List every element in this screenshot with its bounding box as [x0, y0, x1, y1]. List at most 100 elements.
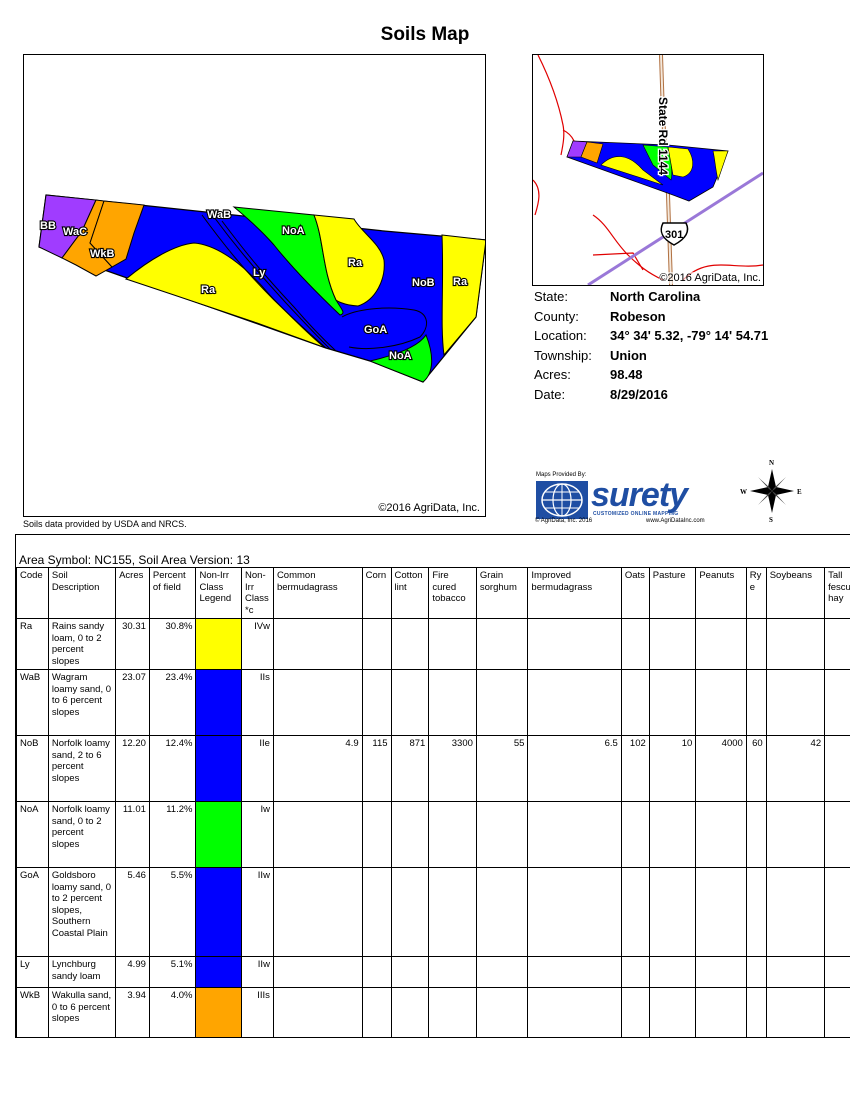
cell-yield [695, 618, 747, 670]
cell-yield [361, 956, 392, 988]
cell-yield: 60 [745, 735, 767, 802]
cell-yield [361, 801, 392, 868]
info-value: 34° 34' 5.32, -79° 14' 54.71 [610, 328, 769, 343]
column-header: Corn [361, 567, 392, 619]
cell-yield: 102 [620, 735, 650, 802]
info-value: Robeson [610, 308, 666, 324]
cell-description: Wagram loamy sand, 0 to 6 percent slopes [47, 669, 117, 736]
cell-yield [428, 987, 477, 1038]
cell-yield: 42 [765, 735, 826, 802]
cell-percent: 11.2% [148, 801, 197, 868]
cell-yield [765, 618, 826, 670]
cell-class: IIw [241, 956, 274, 988]
cell-yield [361, 987, 392, 1038]
soil-map-drawing: BB WaC WkB WaB Ra Ly NoA Ra NoB Ra GoA N… [38, 194, 485, 383]
cell-description: Norfolk loamy sand, 0 to 2 percent slope… [47, 801, 117, 868]
class-legend-swatch [195, 735, 243, 802]
class-legend-swatch [195, 867, 243, 957]
cell-code: WaB [16, 669, 49, 736]
map-label-ra-east: Ra [453, 276, 468, 288]
info-value: Union [610, 347, 647, 363]
cell-class: IIe [241, 735, 274, 802]
cell-yield: 4.9 [272, 735, 363, 802]
cell-yield [824, 987, 850, 1038]
cell-acres: 12.20 [115, 735, 150, 802]
compass-w: W [740, 488, 747, 496]
column-header: Common bermudagrass [272, 567, 363, 619]
cell-yield [765, 956, 826, 988]
compass-rose-icon: N S E W [740, 459, 802, 523]
column-header: Fire cured tobacco [428, 567, 477, 619]
cell-description: Rains sandy loam, 0 to 2 percent slopes [47, 618, 117, 670]
cell-yield [272, 618, 363, 670]
info-row-location: Location: 34° 34' 5.32, -79° 14' 54.71 [534, 328, 768, 348]
map-label-bb: BB [40, 220, 56, 232]
cell-yield [390, 801, 430, 868]
cell-yield [765, 669, 826, 736]
cell-yield [648, 669, 697, 736]
cell-yield [527, 801, 622, 868]
table-row: WkB Wakulla sand, 0 to 6 percent slopes 3.… [16, 987, 850, 1038]
cell-percent: 5.5% [148, 867, 197, 957]
column-header: Grain sorghum [475, 567, 529, 619]
map-label-ly: Ly [253, 267, 266, 279]
table-row: Ly Lynchburg sandy loam 4.99 5.1% IIw [16, 956, 850, 988]
cell-yield [428, 801, 477, 868]
cell-yield [428, 669, 477, 736]
map-label-goa: GoA [364, 324, 387, 336]
cell-yield [745, 801, 767, 868]
column-header: Code [16, 567, 49, 619]
info-row-township: Township: Union [534, 348, 768, 368]
info-label: Acres: [534, 367, 571, 382]
class-legend-swatch [195, 801, 243, 868]
cell-yield [527, 956, 622, 988]
cell-yield: 6.5 [527, 735, 622, 802]
inset-road-3 [592, 214, 664, 281]
cell-yield [390, 618, 430, 670]
cell-yield [745, 867, 767, 957]
cell-yield [648, 867, 697, 957]
cell-yield [695, 987, 747, 1038]
cell-yield [824, 801, 850, 868]
map-label-noa-south: NoA [389, 350, 412, 362]
cell-acres: 5.46 [115, 867, 150, 957]
info-row-acres: Acres: 98.48 [534, 367, 768, 387]
cell-yield [745, 956, 767, 988]
logo-provided-by: Maps Provided By: [536, 472, 587, 478]
cell-class: IIs [241, 669, 274, 736]
info-label: County: [534, 308, 579, 324]
cell-yield [390, 987, 430, 1038]
table-row: GoA Goldsboro loamy sand, 0 to 2 percent … [16, 867, 850, 957]
column-header: Percent of field [148, 567, 197, 619]
cell-yield [824, 956, 850, 988]
cell-yield [824, 867, 850, 957]
cell-code: Ra [16, 618, 49, 670]
table-header-row: Code Soil Description Acres Percent of f… [16, 567, 850, 619]
cell-description: Lynchburg sandy loam [47, 956, 117, 988]
column-header: Soil Description [47, 567, 117, 619]
cell-class: Iw [241, 801, 274, 868]
column-header: Acres [115, 567, 150, 619]
cell-percent: 23.4% [148, 669, 197, 736]
info-value: 8/29/2016 [610, 386, 668, 402]
cell-yield [361, 618, 392, 670]
cell-yield [272, 867, 363, 957]
soil-map[interactable]: BB WaC WkB WaB Ra Ly NoA Ra NoB Ra GoA N… [23, 54, 486, 517]
column-header: Non-Irr Class *c [241, 567, 274, 619]
cell-yield [745, 618, 767, 670]
cell-code: GoA [16, 867, 49, 957]
cell-yield [648, 987, 697, 1038]
class-legend-swatch [195, 618, 243, 670]
compass-e: E [797, 488, 802, 496]
cell-yield [527, 669, 622, 736]
cell-yield [475, 867, 529, 957]
cell-yield [824, 669, 850, 736]
cell-yield [527, 867, 622, 957]
info-value: North Carolina [610, 289, 701, 304]
info-value: 98.48 [610, 367, 643, 382]
map-label-noa-north: NoA [282, 225, 305, 237]
cell-yield [745, 987, 767, 1038]
info-row-date: Date: 8/29/2016 [534, 387, 768, 407]
cell-percent: 5.1% [148, 956, 197, 988]
inset-map[interactable]: State Rd 1144 301 ©2016 AgriData, Inc. [532, 54, 764, 286]
